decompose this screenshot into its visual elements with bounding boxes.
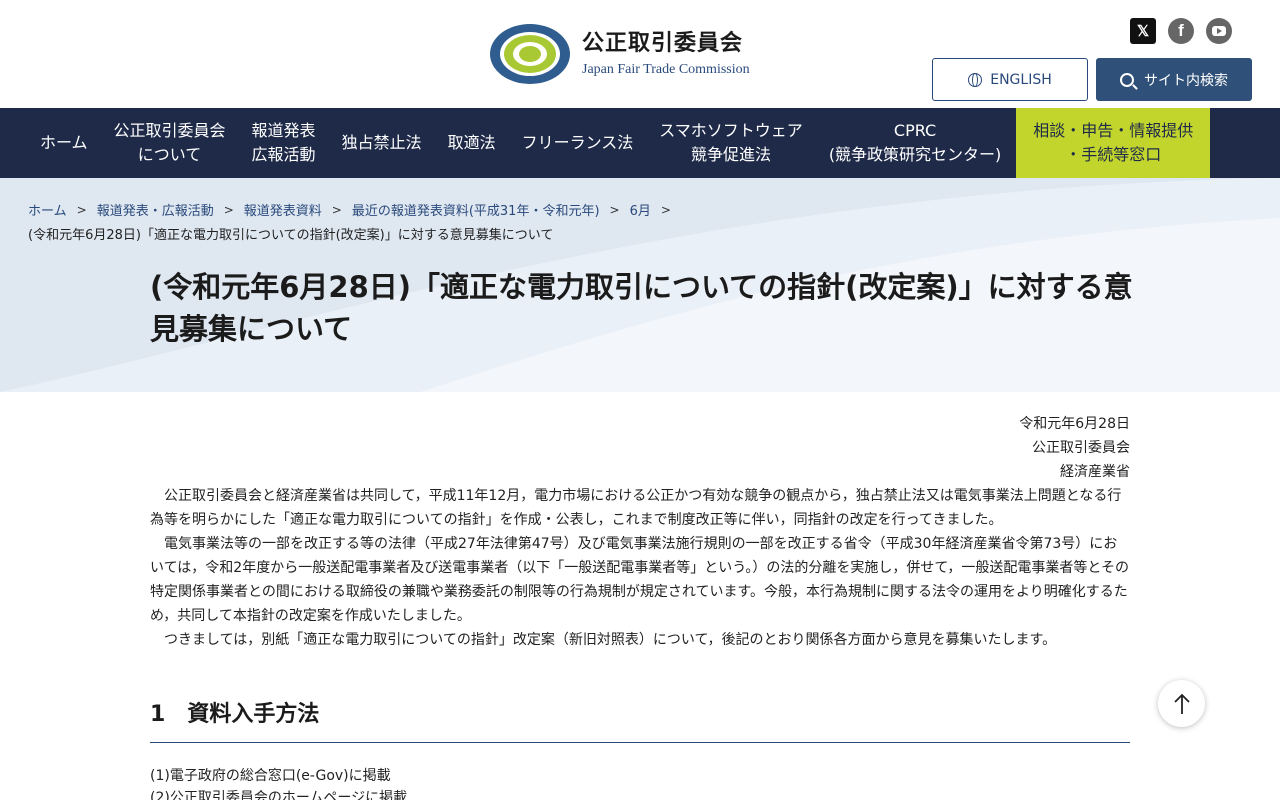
- english-button-label: ENGLISH: [990, 71, 1052, 88]
- body-paragraph: 公正取引委員会と経済産業省は共同して，平成11年12月，電力市場における公正かつ…: [150, 488, 1122, 528]
- release-meta: 令和元年6月28日 公正取引委員会 経済産業省: [150, 392, 1130, 484]
- list-item: (1)電子政府の総合窓口(e-Gov)に掲載: [150, 768, 391, 784]
- site-header: 公正取引委員会 Japan Fair Trade Commission 𝕏 f …: [0, 0, 1280, 108]
- site-search-label: サイト内検索: [1144, 72, 1228, 89]
- section-heading: 1 資料入手方法: [150, 696, 1130, 743]
- nav-cprc[interactable]: CPRC (競争政策研究センター): [816, 108, 1015, 178]
- breadcrumb-item[interactable]: 報道発表資料: [244, 200, 322, 219]
- nav-about[interactable]: 公正取引委員会 について: [101, 108, 239, 178]
- method-list: (1)電子政府の総合窓口(e-Gov)に掲載 (2)公正取引委員会のホームページ…: [150, 765, 1130, 800]
- section-title: 資料入手方法: [187, 702, 320, 727]
- nav-freelance-act[interactable]: フリーランス法: [509, 108, 647, 178]
- nav-home[interactable]: ホーム: [27, 108, 101, 178]
- breadcrumb-item[interactable]: ホーム: [28, 200, 67, 219]
- breadcrumb: ホーム > 報道発表・広報活動 > 報道発表資料 > 最近の報道発表資料(平成31年・…: [28, 200, 671, 220]
- search-icon: [1120, 72, 1134, 87]
- english-button[interactable]: ENGLISH: [932, 58, 1088, 101]
- breadcrumb-current: (令和元年6月28日)「適正な電力取引についての指針(改定案)」に対する意見募集…: [28, 228, 554, 243]
- body-paragraph: つきましては，別紙「適正な電力取引についての指針」改定案（新旧対照表）について，…: [164, 632, 1057, 648]
- breadcrumb-item[interactable]: 最近の報道発表資料(平成31年・令和元年): [352, 200, 600, 219]
- facebook-icon[interactable]: f: [1168, 18, 1194, 44]
- back-to-top-button[interactable]: [1158, 680, 1205, 727]
- nav-press[interactable]: 報道発表 広報活動: [239, 108, 329, 178]
- site-logo[interactable]: 公正取引委員会 Japan Fair Trade Commission: [488, 22, 750, 86]
- nav-smartphone-act[interactable]: スマホソフトウェア 競争促進法: [646, 108, 816, 178]
- social-links: 𝕏 f: [1130, 18, 1232, 44]
- release-date: 令和元年6月28日: [1019, 416, 1130, 432]
- nav-torihiki-act[interactable]: 取適法: [435, 108, 509, 178]
- x-icon[interactable]: 𝕏: [1130, 18, 1156, 44]
- list-item: (2)公正取引委員会のホームページに掲載: [150, 790, 408, 800]
- page-title: (令和元年6月28日)「適正な電力取引についての指針(改定案)」に対する意見募集…: [150, 270, 1133, 346]
- globe-icon: [968, 72, 983, 87]
- org-name-en: Japan Fair Trade Commission: [582, 62, 750, 77]
- section-number: 1: [150, 702, 166, 727]
- jftc-logo-icon: [490, 24, 570, 84]
- issuer-jftc: 公正取引委員会: [1032, 440, 1130, 456]
- breadcrumb-item[interactable]: 報道発表・広報活動: [97, 200, 214, 219]
- nav-antimonopoly[interactable]: 独占禁止法: [329, 108, 435, 178]
- youtube-icon[interactable]: [1206, 18, 1232, 44]
- global-nav: ホーム 公正取引委員会 について 報道発表 広報活動 独占禁止法 取適法 フリー…: [0, 108, 1280, 178]
- body-paragraph: 電気事業法等の一部を改正する等の法律（平成27年法律第47号）及び電気事業法施行…: [150, 536, 1129, 624]
- main-content: 令和元年6月28日 公正取引委員会 経済産業省 公正取引委員会と経済産業省は共同…: [150, 392, 1130, 800]
- site-search-button[interactable]: サイト内検索: [1096, 58, 1252, 101]
- arrow-up-icon: [1173, 693, 1190, 714]
- page-hero: ホーム > 報道発表・広報活動 > 報道発表資料 > 最近の報道発表資料(平成31年・…: [0, 178, 1280, 392]
- org-name: 公正取引委員会: [582, 31, 744, 56]
- issuer-meti: 経済産業省: [1060, 464, 1130, 480]
- breadcrumb-item[interactable]: 6月: [630, 200, 651, 219]
- nav-consultation[interactable]: 相談・申告・情報提供 ・手続等窓口: [1016, 108, 1211, 178]
